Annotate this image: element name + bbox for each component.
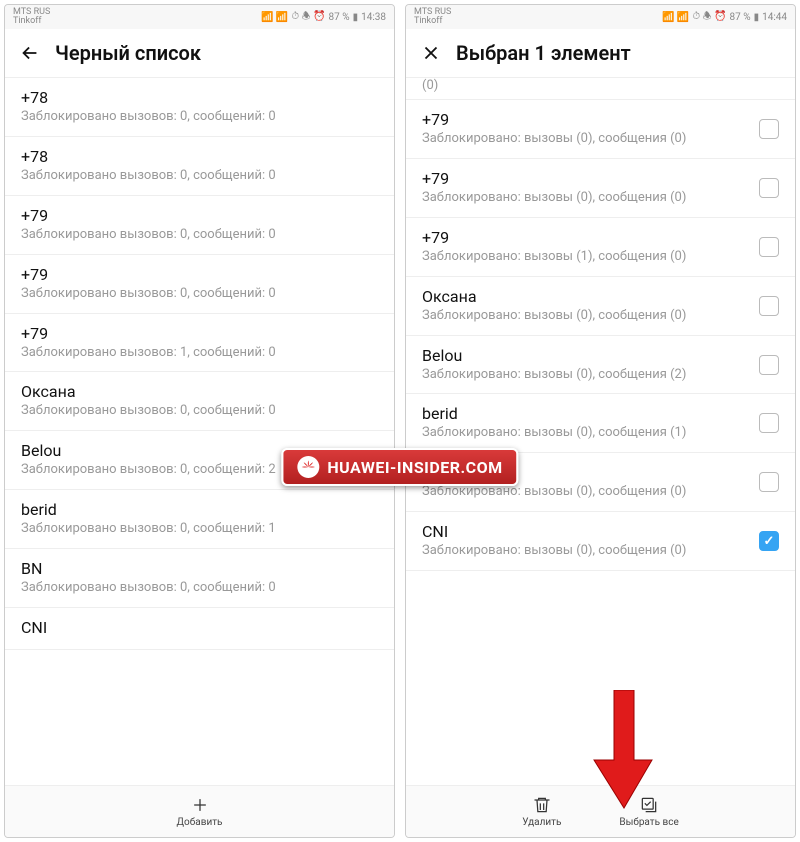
list-item[interactable]: +79 Заблокировано: вызовы (0), сообщения…: [406, 159, 795, 218]
contact-name: +78: [21, 88, 378, 107]
bottom-bar: Добавить: [5, 785, 394, 837]
blocklist[interactable]: +78 Заблокировано вызовов: 0, сообщений:…: [5, 78, 394, 785]
contact-name: +79: [21, 206, 378, 225]
contact-name: Оксана: [422, 287, 751, 306]
contact-name: CNI: [21, 618, 378, 637]
list-item[interactable]: Оксана Заблокировано: вызовы (0), сообще…: [406, 277, 795, 336]
left-screen: MTS RUS Tinkoff 📶 📶 ⏱ 🕭 ⏰ 87 % ▮ 14:38 Ч…: [4, 4, 395, 838]
contact-name: Belou: [422, 346, 751, 365]
list-item[interactable]: CNI: [5, 608, 394, 650]
signal-icon: 📶 📶: [261, 12, 288, 23]
select-checkbox[interactable]: [759, 237, 779, 257]
list-item[interactable]: +78 Заблокировано вызовов: 0, сообщений:…: [5, 137, 394, 196]
page-title: Черный список: [55, 41, 201, 65]
contact-name: CNI: [422, 522, 751, 541]
signal-icon: 📶 📶: [662, 12, 689, 23]
contact-stats: Заблокировано: вызовы (0), сообщения (2): [422, 367, 751, 384]
header: Черный список: [5, 29, 394, 78]
add-button[interactable]: Добавить: [153, 795, 247, 828]
contact-stats: Заблокировано вызовов: 1, сообщений: 0: [21, 345, 378, 362]
contact-stats: Заблокировано: вызовы (0), сообщения (1): [422, 425, 751, 442]
select-list[interactable]: (0) +79 Заблокировано: вызовы (0), сообщ…: [406, 78, 795, 785]
contact-stats: Заблокировано: вызовы (0), сообщения (0): [422, 131, 751, 148]
contact-name: +79: [422, 228, 751, 247]
contact-stats: Заблокировано вызовов: 0, сообщений: 0: [21, 109, 378, 126]
contact-stats: Заблокировано: вызовы (0), сообщения (0): [422, 543, 751, 560]
contact-name: +78: [21, 147, 378, 166]
battery-icon: ▮: [353, 12, 359, 23]
contact-name: Оксана: [21, 382, 378, 401]
select-checkbox[interactable]: [759, 531, 779, 551]
select-checkbox[interactable]: [759, 119, 779, 139]
add-label: Добавить: [177, 817, 223, 828]
page-title: Выбран 1 элемент: [456, 41, 631, 65]
list-item[interactable]: +78 Заблокировано вызовов: 0, сообщений:…: [5, 78, 394, 137]
contact-stats: Заблокировано вызовов: 0, сообщений: 0: [21, 403, 378, 420]
contact-name: berid: [21, 500, 378, 519]
delete-label: Удалить: [522, 817, 561, 828]
alarm-icon: ⏱ 🕭 ⏰: [692, 9, 726, 26]
contact-stats: Заблокировано: вызовы (0), сообщения (0): [422, 190, 751, 207]
select-checkbox[interactable]: [759, 472, 779, 492]
close-icon[interactable]: [420, 42, 442, 64]
contact-name: BN: [21, 559, 378, 578]
select-checkbox[interactable]: [759, 413, 779, 433]
select-all-label: Выбрать все: [619, 817, 678, 828]
select-checkbox[interactable]: [759, 296, 779, 316]
clock: 14:38: [361, 12, 386, 23]
list-item[interactable]: +79 Заблокировано вызовов: 0, сообщений:…: [5, 255, 394, 314]
list-item[interactable]: Оксана Заблокировано вызовов: 0, сообщен…: [5, 372, 394, 431]
list-item[interactable]: +79 Заблокировано: вызовы (1), сообщения…: [406, 218, 795, 277]
list-item[interactable]: berid Заблокировано: вызовы (0), сообщен…: [406, 394, 795, 453]
contact-name: berid: [422, 404, 751, 423]
clock: 14:44: [762, 12, 787, 23]
list-item[interactable]: berid Заблокировано вызовов: 0, сообщени…: [5, 490, 394, 549]
battery-text: 87 %: [730, 12, 751, 23]
battery-icon: ▮: [754, 12, 760, 23]
status-bar: MTS RUS Tinkoff 📶 📶 ⏱ 🕭 ⏰ 87 % ▮ 14:44: [406, 5, 795, 29]
watermark-text: HUAWEI-INSIDER.COM: [327, 458, 502, 477]
carrier-2: Tinkoff: [414, 17, 451, 26]
contact-stats: Заблокировано вызовов: 0, сообщений: 0: [21, 227, 378, 244]
list-item[interactable]: BN Заблокировано вызовов: 0, сообщений: …: [5, 549, 394, 608]
back-icon[interactable]: [19, 42, 41, 64]
list-item[interactable]: +79 Заблокировано вызовов: 0, сообщений:…: [5, 196, 394, 255]
contact-stats: Заблокировано вызовов: 0, сообщений: 0: [21, 286, 378, 303]
watermark-badge: HUAWEI-INSIDER.COM: [281, 448, 518, 486]
partial-row: (0): [406, 78, 795, 100]
list-item[interactable]: Belou Заблокировано: вызовы (0), сообщен…: [406, 336, 795, 395]
list-item[interactable]: CNI Заблокировано: вызовы (0), сообщения…: [406, 512, 795, 571]
contact-stats: Заблокировано вызовов: 0, сообщений: 0: [21, 580, 378, 597]
contact-name: +79: [21, 324, 378, 343]
right-screen: MTS RUS Tinkoff 📶 📶 ⏱ 🕭 ⏰ 87 % ▮ 14:44 В…: [405, 4, 796, 838]
contact-stats: Заблокировано: вызовы (0), сообщения (0): [422, 308, 751, 325]
select-checkbox[interactable]: [759, 355, 779, 375]
contact-stats: Заблокировано: вызовы (1), сообщения (0): [422, 249, 751, 266]
select-checkbox[interactable]: [759, 178, 779, 198]
delete-button[interactable]: Удалить: [498, 795, 585, 828]
contact-name: +79: [21, 265, 378, 284]
contact-stats: Заблокировано: вызовы (0), сообщения (0): [422, 484, 751, 501]
alarm-icon: ⏱ 🕭 ⏰: [291, 9, 325, 26]
contact-stats: Заблокировано вызовов: 0, сообщений: 0: [21, 168, 378, 185]
contact-name: +79: [422, 110, 751, 129]
bottom-bar: Удалить Выбрать все: [406, 785, 795, 837]
list-item[interactable]: +79 Заблокировано вызовов: 1, сообщений:…: [5, 314, 394, 373]
battery-text: 87 %: [329, 12, 350, 23]
select-all-button[interactable]: Выбрать все: [595, 795, 702, 828]
status-bar: MTS RUS Tinkoff 📶 📶 ⏱ 🕭 ⏰ 87 % ▮ 14:38: [5, 5, 394, 29]
carrier-2: Tinkoff: [13, 17, 50, 26]
huawei-logo-icon: [297, 456, 319, 478]
contact-name: +79: [422, 169, 751, 188]
header: Выбран 1 элемент: [406, 29, 795, 78]
list-item[interactable]: +79 Заблокировано: вызовы (0), сообщения…: [406, 100, 795, 159]
contact-stats: Заблокировано вызовов: 0, сообщений: 1: [21, 521, 378, 538]
